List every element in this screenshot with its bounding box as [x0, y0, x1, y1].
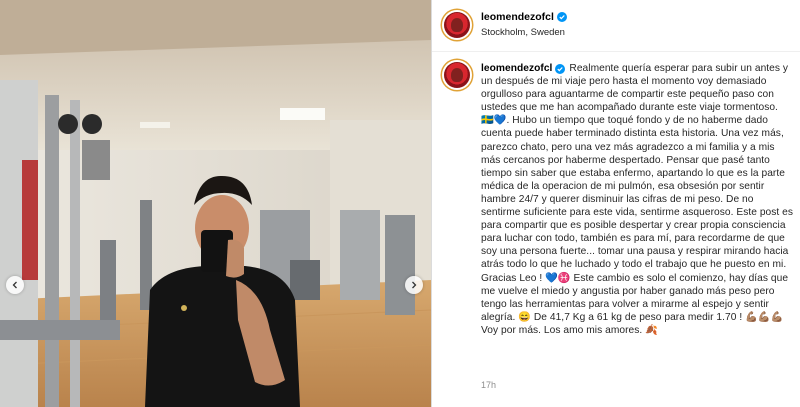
- post-timestamp[interactable]: 17h: [481, 380, 496, 390]
- verified-badge-icon: [555, 63, 566, 74]
- header-username[interactable]: leomendezofcl: [481, 11, 567, 23]
- avatar[interactable]: [444, 12, 470, 38]
- caption-text-block: leomendezofcl Realmente quería esperar p…: [481, 62, 793, 337]
- caption-username[interactable]: leomendezofcl: [481, 62, 566, 75]
- previous-photo-button[interactable]: [6, 276, 24, 294]
- username-text[interactable]: leomendezofcl: [481, 11, 554, 23]
- caption-avatar[interactable]: [444, 62, 470, 88]
- location-link[interactable]: Stockholm, Sweden: [481, 27, 565, 38]
- verified-badge-icon: [556, 12, 567, 22]
- caption-text: Realmente quería esperar para subir un a…: [481, 63, 794, 336]
- post-sidebar: leomendezofcl Stockholm, Sweden leomende…: [431, 0, 800, 407]
- chevron-left-icon: [12, 281, 17, 289]
- next-photo-button[interactable]: [405, 276, 423, 294]
- caption-username-text[interactable]: leomendezofcl: [481, 62, 552, 75]
- post-media: [0, 0, 431, 407]
- gym-selfie-photo: [0, 0, 431, 407]
- chevron-right-icon: [412, 281, 417, 289]
- post-header: leomendezofcl Stockholm, Sweden: [432, 0, 800, 52]
